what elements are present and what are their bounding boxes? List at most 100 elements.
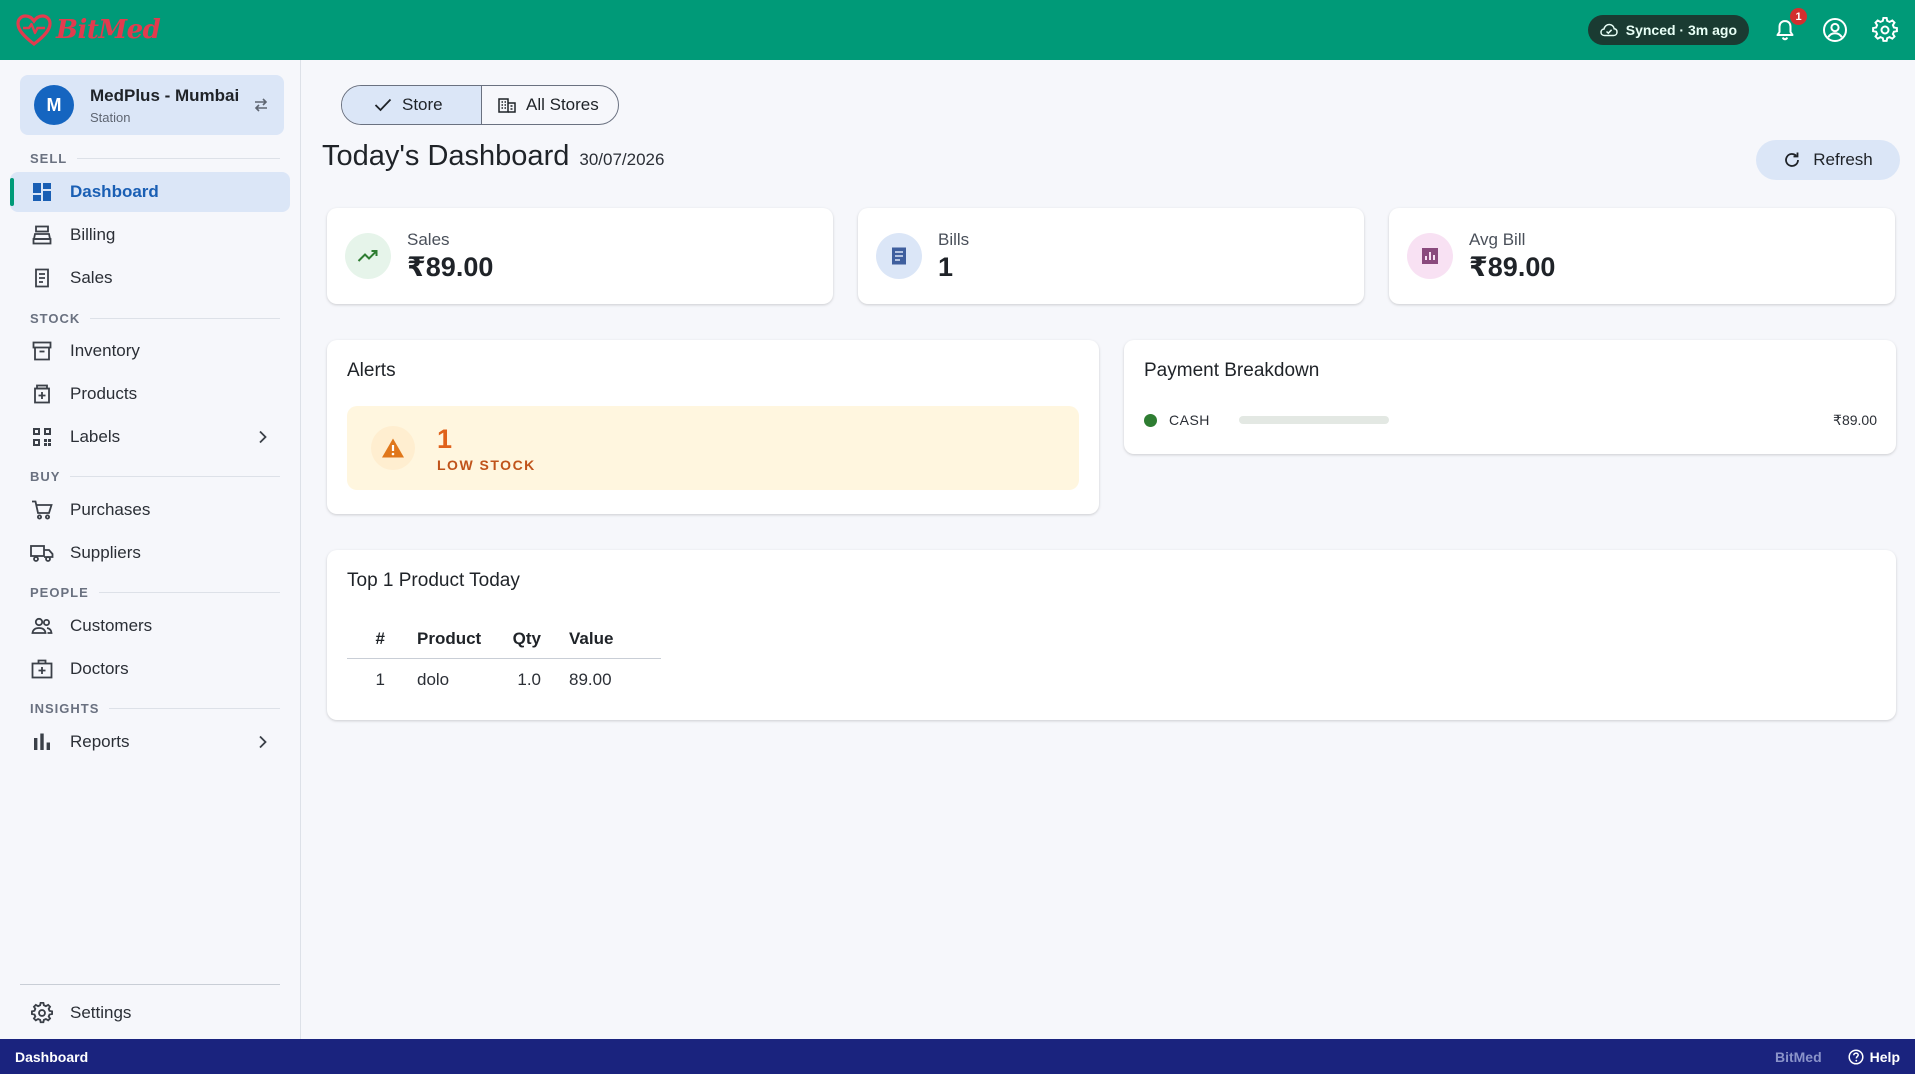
section-sell: SELL xyxy=(30,151,280,166)
medicine-icon xyxy=(34,384,50,404)
receipt-icon xyxy=(892,247,906,265)
help-button[interactable]: Help xyxy=(1848,1049,1900,1065)
cart-icon xyxy=(32,500,53,520)
alerts-card: Alerts 1 LOW STOCK xyxy=(327,340,1099,514)
main-content: Store All Stores Today's Dashboard 30/07… xyxy=(302,60,1915,1039)
sidebar-item-label: Labels xyxy=(70,427,121,446)
heart-pulse-icon xyxy=(16,14,52,46)
column-header: # xyxy=(347,620,403,659)
scope-store-button[interactable]: Store xyxy=(342,86,482,124)
table-cell: dolo xyxy=(417,670,450,690)
page-title: Today's Dashboard xyxy=(322,140,570,172)
sync-status[interactable]: Synced · 3m ago xyxy=(1587,15,1749,45)
trending-up-icon xyxy=(357,250,378,262)
people-icon xyxy=(31,617,53,634)
status-page-name: Dashboard xyxy=(15,1048,89,1065)
table-cell: 89.00 xyxy=(569,670,612,690)
table-row[interactable]: 1 dolo 1.0 89.00 xyxy=(347,658,661,702)
help-icon xyxy=(1848,1048,1864,1065)
sidebar-item-label: Inventory xyxy=(70,341,140,360)
sidebar-item-doctors[interactable]: Doctors xyxy=(10,649,290,689)
warning-icon xyxy=(382,438,404,458)
brand-name: BitMed xyxy=(56,15,161,45)
sidebar-item-label: Billing xyxy=(70,225,116,244)
notification-badge: 1 xyxy=(1790,8,1807,25)
chevron-right-icon xyxy=(259,430,267,444)
dashboard-icon xyxy=(33,183,51,201)
settings-button[interactable] xyxy=(1871,16,1899,44)
stat-label: Sales xyxy=(407,229,450,249)
sidebar-item-label: Customers xyxy=(70,616,153,635)
sidebar-item-reports[interactable]: Reports xyxy=(10,722,290,762)
sync-status-text: Synced · 3m ago xyxy=(1625,22,1737,38)
sidebar-item-suppliers[interactable]: Suppliers xyxy=(10,533,290,573)
bar-chart-icon xyxy=(34,733,50,750)
sidebar-item-label: Suppliers xyxy=(70,543,141,562)
stat-label: Bills xyxy=(938,229,970,249)
page-header: Today's Dashboard 30/07/2026 xyxy=(322,140,664,173)
truck-icon xyxy=(30,545,54,562)
stat-label: Avg Bill xyxy=(1469,229,1526,249)
low-stock-count: 1 xyxy=(437,423,453,454)
top-bar: BitMed Synced · 3m ago 1 xyxy=(0,0,1915,60)
status-brand: BitMed xyxy=(1774,1048,1822,1065)
sidebar-item-dashboard[interactable]: Dashboard xyxy=(10,172,290,212)
cash-register-icon xyxy=(32,225,52,245)
stat-value: ₹89.00 xyxy=(1469,251,1556,282)
stat-value: 1 xyxy=(938,251,954,282)
medical-bag-icon xyxy=(31,659,53,679)
sidebar-divider xyxy=(20,984,280,985)
low-stock-alert[interactable]: 1 LOW STOCK xyxy=(347,406,1079,490)
refresh-label: Refresh xyxy=(1813,150,1873,169)
gear-icon xyxy=(31,1002,53,1024)
page-date: 30/07/2026 xyxy=(579,150,665,169)
station-subtitle: Station xyxy=(90,109,131,125)
table-cell: 1 xyxy=(375,670,385,690)
sidebar-item-label: Purchases xyxy=(70,500,151,519)
scope-toggle: Store All Stores xyxy=(341,85,619,125)
status-bar: Dashboard BitMed Help xyxy=(0,1039,1915,1074)
stat-card-avg-bill: Avg Bill ₹89.00 xyxy=(1389,208,1895,304)
bar-chart-icon xyxy=(1422,248,1438,264)
payment-breakdown-card: Payment Breakdown CASH ₹89.00 xyxy=(1124,340,1896,454)
chevron-right-icon xyxy=(259,735,267,749)
station-switcher[interactable]: M MedPlus - Mumbai Station xyxy=(20,75,284,135)
stat-card-sales: Sales ₹89.00 xyxy=(327,208,833,304)
refresh-icon xyxy=(1785,152,1800,167)
sidebar-item-billing[interactable]: Billing xyxy=(10,215,290,255)
sidebar-item-label: Reports xyxy=(70,732,130,751)
scope-all-stores-button[interactable]: All Stores xyxy=(482,86,618,124)
building-icon xyxy=(498,98,516,113)
payment-method: CASH xyxy=(1169,412,1210,428)
sidebar-item-labels[interactable]: Labels xyxy=(10,417,290,457)
gear-icon xyxy=(1872,17,1898,42)
sidebar-item-purchases[interactable]: Purchases xyxy=(10,490,290,530)
sidebar-item-customers[interactable]: Customers xyxy=(10,606,290,646)
alerts-title: Alerts xyxy=(347,360,396,381)
top-products-card: Top 1 Product Today # Product Qty Value … xyxy=(327,550,1896,720)
top-products-table: # Product Qty Value 1 dolo 1.0 89.00 xyxy=(347,620,661,702)
stat-card-bills: Bills 1 xyxy=(858,208,1364,304)
payment-bar xyxy=(1239,416,1389,424)
account-button[interactable] xyxy=(1821,16,1849,44)
account-circle-icon xyxy=(1823,18,1847,42)
column-header: Qty xyxy=(497,620,555,659)
scope-all-stores-label: All Stores xyxy=(526,95,599,114)
check-icon xyxy=(374,98,392,112)
refresh-button[interactable]: Refresh xyxy=(1756,140,1900,180)
cloud-check-icon xyxy=(1599,23,1618,37)
swap-icon xyxy=(254,98,268,112)
sidebar-item-products[interactable]: Products xyxy=(10,374,290,414)
station-avatar: M xyxy=(34,85,74,125)
sidebar-item-sales[interactable]: Sales xyxy=(10,258,290,298)
sidebar: M MedPlus - Mumbai Station SELL Dashboar… xyxy=(0,60,301,1039)
notifications-button[interactable]: 1 xyxy=(1771,8,1807,44)
sidebar-item-settings[interactable]: Settings xyxy=(10,993,290,1033)
sidebar-item-label: Doctors xyxy=(70,659,129,678)
table-header-row: # Product Qty Value xyxy=(347,620,661,659)
brand-logo[interactable]: BitMed xyxy=(16,14,161,46)
sidebar-item-inventory[interactable]: Inventory xyxy=(10,331,290,371)
section-people: PEOPLE xyxy=(30,585,280,600)
payment-amount: ₹89.00 xyxy=(1833,411,1877,428)
top-products-title: Top 1 Product Today xyxy=(347,570,520,591)
